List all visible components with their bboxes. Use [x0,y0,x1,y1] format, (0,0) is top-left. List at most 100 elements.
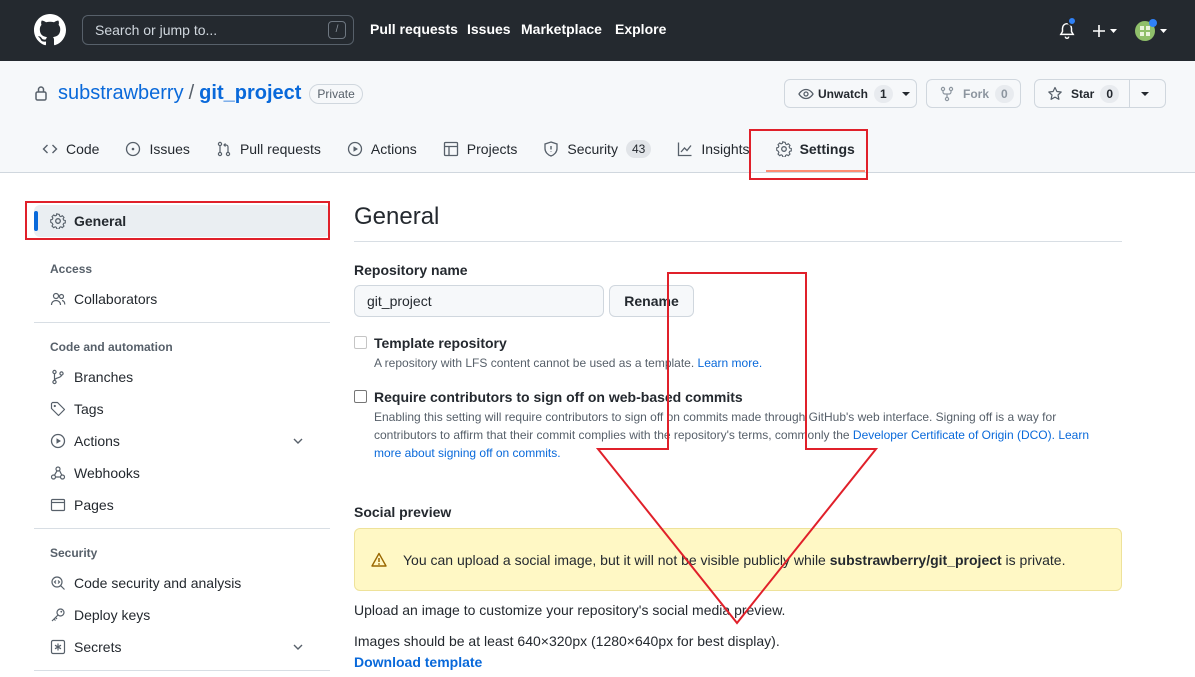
fork-button[interactable]: Fork 0 [926,79,1021,108]
template-repository-checkbox[interactable] [354,336,367,349]
star-label: Star [1071,86,1095,101]
signoff-label: Require contributors to sign off on web-… [374,389,743,405]
sidebar-item-branches[interactable]: Branches [34,361,330,393]
sidebar-item-webhooks[interactable]: Webhooks [34,457,330,489]
tab-pull-requests[interactable]: Pull requests [216,126,321,172]
security-alert-count: 43 [625,140,652,158]
star-list-caret-icon[interactable] [1140,89,1150,99]
chevron-down-icon[interactable] [292,641,304,653]
avatar[interactable] [1134,19,1170,43]
gear-icon [775,141,792,157]
tab-code-label: Code [66,141,100,157]
star-count: 0 [1100,84,1120,103]
repo-name-input[interactable]: git_project [354,285,604,317]
unwatch-button[interactable]: Unwatch 1 [784,79,917,108]
sidebar-heading-code-automation: Code and automation [50,340,173,354]
chevron-down-icon[interactable] [292,435,304,447]
codescan-icon [51,576,65,590]
tab-actions-label: Actions [370,141,417,157]
sidebar-item-tags[interactable]: Tags [34,393,330,425]
lock-icon [35,86,47,101]
sidebar-item-label: Collaborators [74,291,158,307]
sidebar-item-deploy-keys[interactable]: Deploy keys [34,599,330,631]
tab-issues[interactable]: Issues [125,126,190,172]
webhook-icon [50,466,66,480]
people-icon [50,292,66,306]
tab-insights[interactable]: Insights [677,126,750,172]
sidebar-item-label: Actions [74,433,120,449]
sidebar-item-label: Deploy keys [74,607,151,623]
sidebar-item-actions[interactable]: Actions [34,425,330,457]
social-preview-heading: Social preview [354,504,452,520]
key-icon [51,608,65,622]
title-divider [354,241,1122,242]
template-learn-more-link[interactable]: Learn more. [698,356,763,370]
plus-dropdown-icon[interactable] [1092,24,1120,38]
tab-code[interactable]: Code [42,126,99,172]
tag-icon [50,401,66,417]
dco-link[interactable]: Developer Certificate of Origin (DCO). [853,428,1055,442]
repository-header: substrawberry / git_project Private Unwa… [0,61,1195,173]
sidebar-item-code-security[interactable]: Code security and analysis [34,567,330,599]
sidebar-item-pages[interactable]: Pages [34,489,330,521]
signoff-checkbox[interactable] [354,390,367,403]
tab-pull-requests-label: Pull requests [239,141,321,157]
warning-text-part: You can upload a social image, but it wi… [403,552,830,568]
tab-actions[interactable]: Actions [347,126,417,172]
pull-request-icon [217,141,231,157]
nav-explore[interactable]: Explore [615,21,666,37]
browser-icon [50,498,66,512]
visibility-badge: Private [309,83,363,104]
global-header: Search or jump to... / Pull requests Iss… [0,0,1195,61]
nav-pull-requests[interactable]: Pull requests [370,21,458,37]
repo-name-label: Repository name [354,262,468,278]
repo-owner-link[interactable]: substrawberry [58,82,184,105]
eye-icon [798,88,814,99]
sidebar-item-secrets[interactable]: Secrets [34,631,330,663]
play-icon [50,433,66,449]
tab-security[interactable]: Security 43 [543,126,652,172]
sidebar-item-collaborators[interactable]: Collaborators [34,283,330,315]
sidebar-divider [34,528,330,529]
sidebar-divider [34,670,330,671]
github-logo-icon[interactable] [34,14,66,46]
repo-title-separator: / [188,82,195,104]
image-size-note: Images should be at least 640×320px (128… [354,633,780,649]
tab-projects[interactable]: Projects [443,126,517,172]
code-icon [42,144,58,154]
sidebar-item-general[interactable]: General [34,205,330,237]
download-template-link[interactable]: Download template [354,654,482,670]
rename-button[interactable]: Rename [609,285,694,317]
sidebar-item-label: Webhooks [74,465,140,481]
fork-icon [940,86,954,101]
tab-settings[interactable]: Settings [765,126,866,172]
nav-marketplace[interactable]: Marketplace [521,21,602,37]
issue-icon [126,141,141,157]
sidebar-item-label: Pages [74,497,114,513]
signoff-note: Enabling this setting will require contr… [374,408,1114,462]
gear-icon [50,213,66,229]
social-preview-warning: You can upload a social image, but it wi… [354,528,1122,591]
fork-label: Fork [963,86,990,101]
nav-issues[interactable]: Issues [467,21,511,37]
sidebar-item-label: Branches [74,369,134,385]
sidebar-heading-access: Access [50,262,93,276]
sidebar-item-label: Secrets [74,639,122,655]
branch-icon [52,369,64,385]
star-button-divider [1129,80,1131,107]
repository-tabs: Code Issues Pull requests Actions Projec… [34,126,881,172]
sidebar-item-label: Code security and analysis [74,575,242,591]
caret-down-icon [901,91,910,96]
tab-settings-label: Settings [799,141,855,157]
template-repository-label: Template repository [374,335,507,351]
search-input[interactable]: Search or jump to... / [82,15,354,45]
repo-name-link[interactable]: git_project [199,82,301,105]
graph-icon [678,142,692,157]
search-placeholder: Search or jump to... [95,22,218,38]
warning-repo-name: substrawberry/git_project [829,552,1002,568]
notification-dot-icon [1067,16,1077,26]
star-button[interactable]: Star 0 [1034,79,1166,108]
search-shortcut-key: / [328,21,346,39]
unwatch-label: Unwatch [818,86,869,101]
shield-icon [544,141,559,157]
